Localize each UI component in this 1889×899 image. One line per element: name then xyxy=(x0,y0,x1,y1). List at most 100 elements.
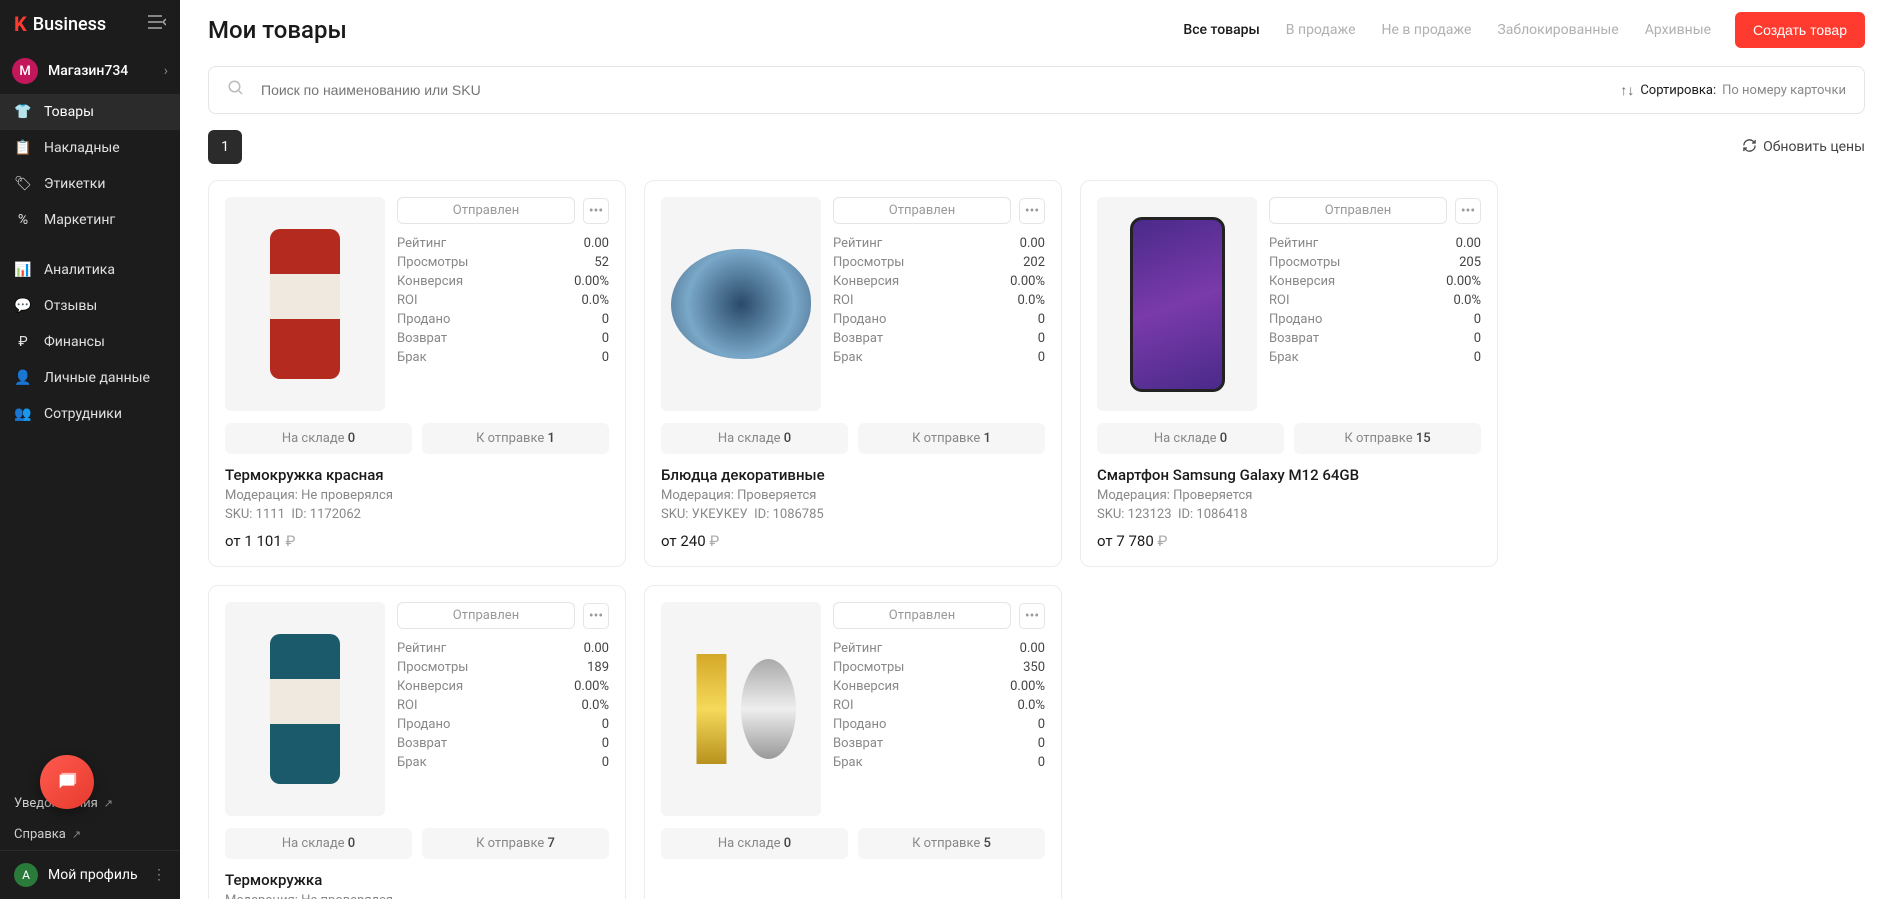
nav-label: Финансы xyxy=(44,334,105,350)
chat-button[interactable] xyxy=(40,755,94,809)
stat-row: Возврат0 xyxy=(1269,329,1481,348)
stat-row: Рейтинг 0.00 xyxy=(397,234,609,253)
stock-in-chip: На складе 0 xyxy=(225,828,412,859)
search-input[interactable] xyxy=(261,82,1620,98)
more-button[interactable]: ••• xyxy=(1455,198,1481,224)
stock-out-chip: К отправке 7 xyxy=(422,828,609,859)
stat-label: Просмотры xyxy=(833,255,904,270)
controls: ↑↓ Сортировка: По номеру карточки xyxy=(180,60,1889,114)
page-number[interactable]: 1 xyxy=(208,130,242,164)
more-button[interactable]: ••• xyxy=(583,603,609,629)
product-image[interactable] xyxy=(1097,197,1257,411)
product-image[interactable] xyxy=(661,197,821,411)
sidebar-collapse-icon[interactable] xyxy=(148,15,166,33)
nav-icon: 📋 xyxy=(14,139,32,157)
tab-4[interactable]: Архивные xyxy=(1645,22,1711,38)
kebab-icon[interactable]: ⋮ xyxy=(152,867,166,883)
product-title[interactable]: Термокружка xyxy=(225,871,609,889)
stat-value: 0.00 xyxy=(584,236,609,251)
stock-in-chip: На складе 0 xyxy=(1097,423,1284,454)
product-title[interactable]: Блюдца декоративные xyxy=(661,466,1045,484)
link-label: Справка xyxy=(14,827,66,842)
stat-row: ROI0.0% xyxy=(397,696,609,715)
stat-row: ROI0.0% xyxy=(1269,291,1481,310)
stat-value: 0 xyxy=(1038,350,1045,365)
stat-row: ROI0.0% xyxy=(833,291,1045,310)
stat-label: ROI xyxy=(833,293,854,308)
stock-out-chip: К отправке 15 xyxy=(1294,423,1481,454)
stat-label: Возврат xyxy=(397,736,447,751)
stat-row: ROI0.0% xyxy=(833,696,1045,715)
sidebar-item-3[interactable]: %Маркетинг xyxy=(0,202,180,238)
nav-label: Личные данные xyxy=(44,370,150,386)
sidebar-item-0[interactable]: 👕Товары xyxy=(0,94,180,130)
stat-row: Брак0 xyxy=(397,348,609,367)
sidebar-item-8[interactable]: 👥Сотрудники xyxy=(0,396,180,432)
sidebar-item-4[interactable]: 📊Аналитика xyxy=(0,252,180,288)
product-card-2: Отправлен•••Рейтинг0.00Просмотры205Конве… xyxy=(1080,180,1498,567)
stat-row: Просмотры205 xyxy=(1269,253,1481,272)
stat-value: 0.00% xyxy=(1010,679,1045,694)
product-image[interactable] xyxy=(225,602,385,816)
stat-row: Возврат0 xyxy=(397,734,609,753)
page-title: Мои товары xyxy=(208,16,347,44)
status-badge: Отправлен xyxy=(397,602,575,629)
stat-value: 0.00% xyxy=(1446,274,1481,289)
tab-2[interactable]: Не в продаже xyxy=(1382,22,1472,38)
stat-label: Рейтинг xyxy=(397,236,446,251)
stat-value: 0 xyxy=(1038,736,1045,751)
sidebar-item-6[interactable]: ₽Финансы xyxy=(0,324,180,360)
stat-row: Продано0 xyxy=(397,715,609,734)
product-image[interactable] xyxy=(661,602,821,816)
stat-value: 0.00 xyxy=(1020,236,1045,251)
stat-value: 202 xyxy=(1023,255,1045,270)
stat-label: Возврат xyxy=(397,331,447,346)
create-product-button[interactable]: Создать товар xyxy=(1735,12,1865,48)
product-sku-id: SKU: 1111 ID: 1172062 xyxy=(225,507,609,522)
more-button[interactable]: ••• xyxy=(583,198,609,224)
main: Мои товары Все товары В продаже Не в прода… xyxy=(180,0,1889,899)
stat-row: Конверсия0.00% xyxy=(397,272,609,291)
stat-value: 0 xyxy=(602,350,609,365)
more-button[interactable]: ••• xyxy=(1019,198,1045,224)
product-price: от 7 780 ₽ xyxy=(1097,532,1481,550)
tab-3[interactable]: Заблокированные xyxy=(1497,22,1618,38)
shop-selector[interactable]: М Магазин734 › xyxy=(0,48,180,94)
stat-row: Рейтинг0.00 xyxy=(833,234,1045,253)
product-title[interactable]: Термокружка красная xyxy=(225,466,609,484)
nav-icon: 🏷 xyxy=(14,175,32,193)
logo-k-icon: K xyxy=(14,12,27,36)
stat-label: ROI xyxy=(397,698,418,713)
stat-row: Рейтинг0.00 xyxy=(1269,234,1481,253)
sidebar-item-5[interactable]: 💬Отзывы xyxy=(0,288,180,324)
product-image[interactable] xyxy=(225,197,385,411)
stat-value: 0.00% xyxy=(574,679,609,694)
sidebar-item-2[interactable]: 🏷Этикетки xyxy=(0,166,180,202)
more-button[interactable]: ••• xyxy=(1019,603,1045,629)
sidebar-link-1[interactable]: Справка↗ xyxy=(0,819,180,850)
stat-label: Конверсия xyxy=(833,679,899,694)
product-card-3: Отправлен•••Рейтинг0.00Просмотры189Конве… xyxy=(208,585,626,899)
stat-row: Брак0 xyxy=(397,753,609,772)
tab-1[interactable]: В продаже xyxy=(1286,22,1356,38)
tab-0[interactable]: Все товары xyxy=(1183,22,1259,38)
stock-out-chip: К отправке 5 xyxy=(858,828,1045,859)
refresh-prices-button[interactable]: Обновить цены xyxy=(1742,138,1865,157)
profile-row[interactable]: А Мой профиль ⋮ xyxy=(0,850,180,899)
toolbar-row: 1 Обновить цены xyxy=(180,114,1889,174)
sidebar-item-1[interactable]: 📋Накладные xyxy=(0,130,180,166)
stat-value: 0 xyxy=(602,717,609,732)
stat-row: Брак0 xyxy=(1269,348,1481,367)
nav-icon: 👥 xyxy=(14,405,32,423)
stat-value: 0 xyxy=(602,331,609,346)
product-sku-id: SKU: УКЕУКЕУ ID: 1086785 xyxy=(661,507,1045,522)
product-price: от 240 ₽ xyxy=(661,532,1045,550)
product-price: от 1 101 ₽ xyxy=(225,532,609,550)
logo-text: Business xyxy=(33,14,106,35)
stock-out-chip: К отправке 1 xyxy=(422,423,609,454)
product-title[interactable]: Смартфон Samsung Galaxy M12 64GB xyxy=(1097,466,1481,484)
stat-row: Просмотры350 xyxy=(833,658,1045,677)
stat-row: Брак0 xyxy=(833,753,1045,772)
sort-selector[interactable]: ↑↓ Сортировка: По номеру карточки xyxy=(1620,82,1846,99)
sidebar-item-7[interactable]: 👤Личные данные xyxy=(0,360,180,396)
